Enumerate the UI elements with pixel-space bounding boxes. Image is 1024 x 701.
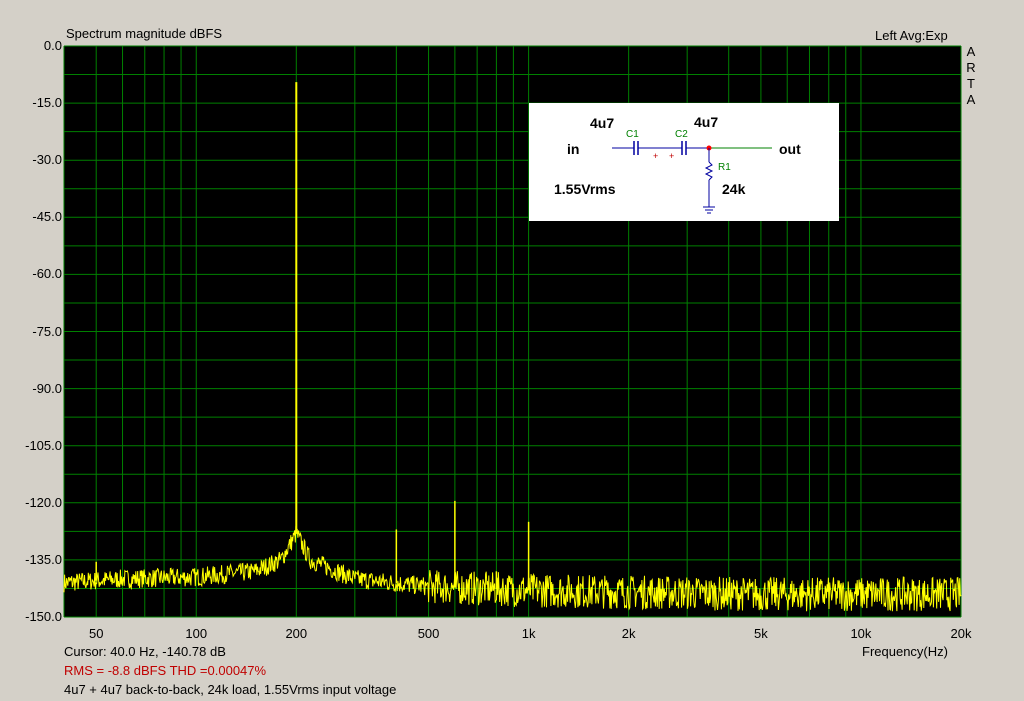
brand-letter-r: R	[966, 60, 976, 75]
chart-title: Spectrum magnitude dBFS	[66, 26, 223, 41]
polarity-mark-c2: +	[669, 151, 674, 161]
x-tick-label: 2k	[621, 626, 636, 641]
x-axis-label: Frequency(Hz)	[862, 644, 948, 659]
schematic-voltage-label: 1.55Vrms	[554, 181, 616, 197]
y-tick-label: -90.0	[32, 380, 62, 396]
x-tick-label: 200	[285, 626, 308, 641]
y-tick-label: -45.0	[32, 209, 62, 225]
brand-letter-a1: A	[966, 44, 976, 59]
schematic-cap-value-2: 4u7	[694, 114, 718, 130]
schematic-c1-ref: C1	[626, 129, 639, 140]
caption-text: 4u7 + 4u7 back-to-back, 24k load, 1.55Vr…	[64, 682, 397, 697]
schematic-input-label: in	[567, 141, 579, 157]
schematic-background	[529, 103, 839, 221]
x-tick-label: 100	[185, 626, 208, 641]
cursor-readout: Cursor: 40.0 Hz, -140.78 dB	[64, 644, 226, 659]
x-tick-label: 20k	[950, 626, 972, 641]
y-tick-label: -30.0	[32, 152, 62, 168]
y-tick-label: -150.0	[25, 609, 62, 624]
y-tick-label: -105.0	[25, 437, 62, 453]
spectrum-chart: 4u7 4u7 in out 1.55Vrms 24k C1 C2 R1 + +	[63, 45, 962, 618]
x-tick-label: 5k	[754, 626, 768, 641]
y-tick-label: -60.0	[32, 266, 62, 282]
x-tick-label: 10k	[850, 626, 872, 641]
schematic-cap-value-1: 4u7	[590, 115, 614, 131]
x-tick-label: 1k	[521, 626, 536, 641]
rms-thd-readout: RMS = -8.8 dBFS THD =0.00047%	[64, 663, 267, 678]
y-tick-label: -135.0	[25, 551, 62, 567]
x-tick-label: 500	[417, 626, 440, 641]
y-tick-label: -120.0	[25, 494, 62, 510]
x-tick-label: 50	[88, 626, 104, 641]
y-tick-label: -15.0	[32, 95, 62, 111]
channel-info: Left Avg:Exp	[875, 28, 948, 43]
polarity-mark-c1: +	[653, 151, 658, 161]
schematic-output-label: out	[779, 141, 801, 157]
schematic-resistor-value: 24k	[722, 181, 746, 197]
y-tick-label: 0.0	[43, 38, 62, 53]
schematic-inset: 4u7 4u7 in out 1.55Vrms 24k C1 C2 R1 + +	[529, 103, 839, 221]
brand-letter-a2: A	[966, 92, 976, 107]
brand-letter-t: T	[967, 76, 975, 91]
y-tick-label: -75.0	[32, 323, 62, 339]
schematic-c2-ref: C2	[675, 129, 688, 140]
schematic-r1-ref: R1	[718, 162, 731, 173]
